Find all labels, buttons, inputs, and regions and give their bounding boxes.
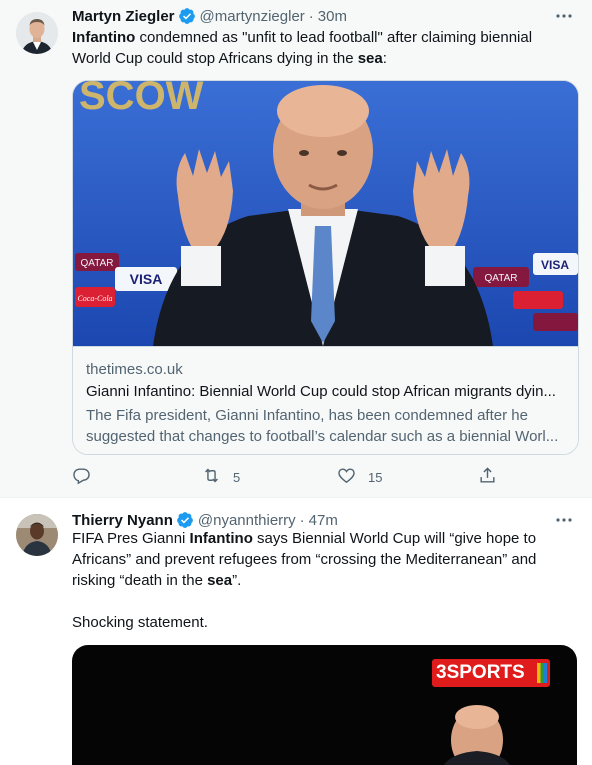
- share-icon: [478, 466, 497, 488]
- link-card[interactable]: SCOW QATAR VISA Coca-Cola QATAR VISA the…: [72, 80, 579, 455]
- display-name[interactable]: Thierry Nyann: [72, 512, 173, 529]
- tweet-text-part: FIFA Pres Gianni: [72, 530, 190, 547]
- tweet-martyn-ziegler[interactable]: Martyn Ziegler @martynziegler · 30m Infa…: [0, 0, 592, 497]
- more-options-icon[interactable]: [554, 6, 574, 26]
- like-button[interactable]: 15: [337, 466, 382, 488]
- handle[interactable]: @martynziegler: [200, 8, 305, 25]
- sponsor-logo-text: VISA: [541, 258, 569, 272]
- more-options-icon[interactable]: [554, 510, 574, 530]
- card-description: The Fifa president, Gianni Infantino, ha…: [86, 407, 559, 445]
- logo-stripes: [537, 663, 547, 683]
- sponsor-logo-text: VISA: [130, 271, 163, 287]
- display-name[interactable]: Martyn Ziegler: [72, 8, 175, 25]
- retweet-button[interactable]: 5: [202, 466, 240, 488]
- tweet-text-part: ”.: [232, 572, 242, 589]
- tweet-text: FIFA Pres Gianni Infantino says Biennial…: [72, 528, 572, 633]
- heart-icon: [337, 466, 356, 488]
- tweet-text-part[interactable]: Infantino: [190, 530, 253, 547]
- card-domain: thetimes.co.uk: [86, 361, 183, 378]
- reply-button[interactable]: [72, 466, 103, 488]
- retweet-icon: [202, 466, 221, 488]
- timestamp[interactable]: 47m: [309, 512, 338, 529]
- handle[interactable]: @nyannthierry: [198, 512, 296, 529]
- card-image[interactable]: SCOW QATAR VISA Coca-Cola QATAR VISA: [73, 81, 578, 346]
- card-info[interactable]: thetimes.co.uk Gianni Infantino: Biennia…: [73, 346, 578, 454]
- tweet-text-part: condemned as "unfit to lead football" af…: [72, 29, 533, 67]
- tweet-text-part: Shocking statement.: [72, 614, 208, 631]
- tweet-header: Martyn Ziegler @martynziegler · 30m: [72, 6, 347, 26]
- reply-icon: [72, 466, 91, 488]
- timestamp[interactable]: 30m: [318, 8, 347, 25]
- channel-logo: 3SPORTS: [432, 659, 550, 687]
- sponsor-logo-text: QATAR: [81, 258, 114, 269]
- separator-dot: ·: [299, 511, 305, 529]
- avatar[interactable]: [16, 12, 58, 54]
- tweet-actions: 5 15: [72, 466, 502, 488]
- tweet-header: Thierry Nyann @nyannthierry · 47m: [72, 510, 338, 530]
- verified-badge-icon: [178, 7, 196, 25]
- like-count: 15: [368, 469, 383, 485]
- card-image-text: SCOW: [79, 81, 204, 118]
- retweet-count: 5: [233, 469, 241, 485]
- tweet-text-part[interactable]: sea: [207, 572, 232, 589]
- tweet-text-part: :: [382, 50, 387, 67]
- tweet-text: Infantino condemned as "unfit to lead fo…: [72, 27, 572, 69]
- sponsor-logo-text: Coca-Cola: [77, 294, 112, 303]
- verified-badge-icon: [176, 511, 194, 529]
- sponsor-logo-text: QATAR: [485, 273, 518, 284]
- tweet-text-part[interactable]: sea: [358, 50, 383, 67]
- card-title: Gianni Infantino: Biennial World Cup cou…: [86, 383, 556, 400]
- tweet-text-part[interactable]: Infantino: [72, 29, 135, 46]
- channel-logo-text: 3SPORTS: [436, 662, 525, 683]
- tweet-video[interactable]: 3SPORTS: [72, 645, 577, 765]
- tweet-thierry-nyann[interactable]: Thierry Nyann @nyannthierry · 47m FIFA P…: [0, 498, 592, 765]
- share-button[interactable]: [478, 466, 509, 488]
- separator-dot: ·: [308, 7, 314, 25]
- avatar[interactable]: [16, 514, 58, 556]
